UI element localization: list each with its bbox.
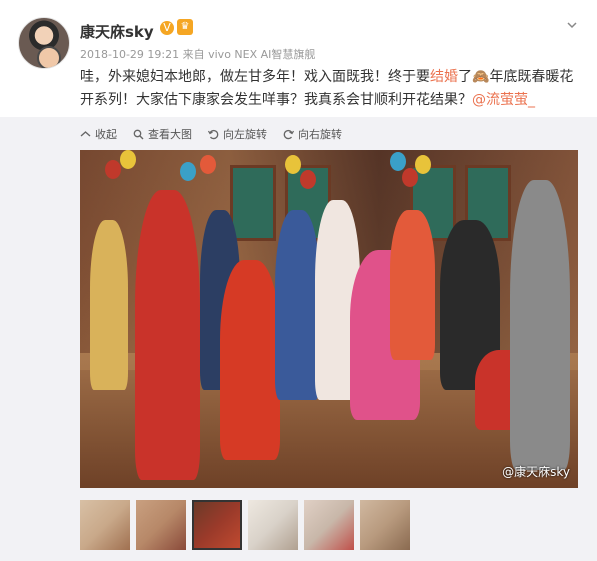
post-text-1: 哇，外来媳妇本地郎，做左甘多年！戏入面既我！终于要 <box>80 69 430 85</box>
vip-badge-icon: ♛ <box>177 19 193 35</box>
magnify-icon <box>133 129 144 139</box>
mention-link[interactable]: @流萤萤_ <box>472 92 535 108</box>
collapse-button[interactable]: 收起 <box>80 125 117 143</box>
avatar[interactable] <box>18 17 70 69</box>
post-meta: 2018-10-29 19:21 来自 vivo NEX AI智慧旗舰 <box>80 46 315 62</box>
view-large-label: 查看大图 <box>148 128 192 141</box>
post-text-highlight[interactable]: 结婚 <box>430 69 458 85</box>
more-options-chevron-icon[interactable] <box>566 16 578 29</box>
thumbnail-3[interactable] <box>192 500 242 550</box>
rotate-right-label: 向右旋转 <box>298 128 342 141</box>
thumbnail-6[interactable] <box>360 500 410 550</box>
username[interactable]: 康天庥sky <box>80 21 154 42</box>
rotate-right-icon <box>283 129 294 139</box>
thumbnail-4[interactable] <box>248 500 298 550</box>
post-header: 康天庥sky V ♛ 2018-10-29 19:21 来自 vivo NEX … <box>0 0 597 69</box>
rotate-left-icon <box>208 129 219 139</box>
rotate-left-button[interactable]: 向左旋转 <box>208 125 267 143</box>
emoji-icon: 🙈 <box>472 69 490 85</box>
view-large-button[interactable]: 查看大图 <box>133 125 192 143</box>
collapse-label: 收起 <box>95 128 117 141</box>
rotate-left-label: 向左旋转 <box>223 128 267 141</box>
media-viewer: 收起 查看大图 向左旋转 向右旋转 @康天庥sky <box>0 117 597 561</box>
photo-watermark: @康天庥sky <box>502 465 570 479</box>
thumbnail-1[interactable] <box>80 500 130 550</box>
rotate-right-button[interactable]: 向右旋转 <box>283 125 342 143</box>
main-photo[interactable]: @康天庥sky <box>80 150 578 488</box>
collapse-icon <box>80 130 91 137</box>
post-timestamp[interactable]: 2018-10-29 19:21 <box>80 48 179 61</box>
thumbnail-strip <box>80 500 410 550</box>
post-text: 哇，外来媳妇本地郎，做左甘多年！戏入面既我！终于要结婚了🙈年底既春暖花开系列！大… <box>80 66 575 112</box>
media-toolbar: 收起 查看大图 向左旋转 向右旋转 <box>80 125 342 143</box>
post-source[interactable]: 来自 vivo NEX AI智慧旗舰 <box>183 48 316 61</box>
thumbnail-5[interactable] <box>304 500 354 550</box>
verified-badge-icon: V <box>160 21 174 35</box>
post-text-2: 了 <box>458 69 472 85</box>
thumbnail-2[interactable] <box>136 500 186 550</box>
